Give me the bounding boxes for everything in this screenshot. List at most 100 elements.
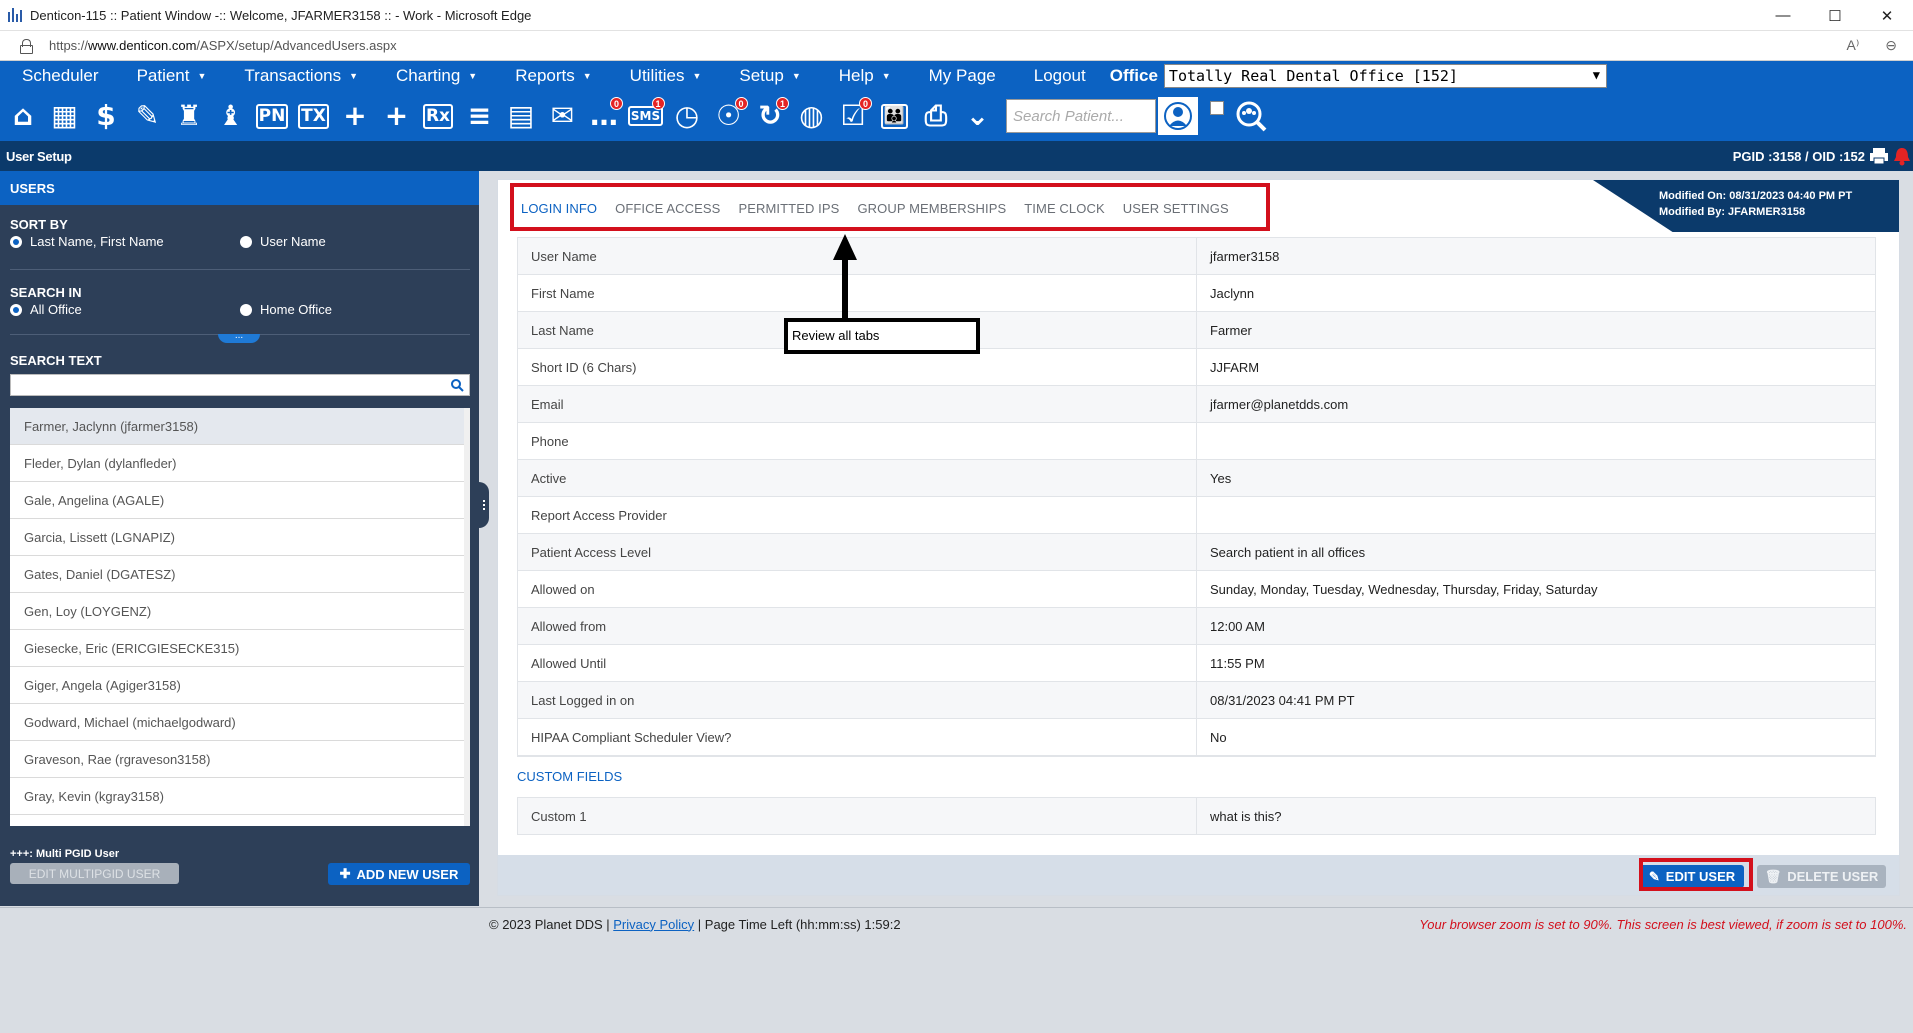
login-info-table: User Name jfarmer3158 First Name Jaclynn Las… [517, 237, 1876, 757]
search-patient-input[interactable]: Search Patient... [1006, 99, 1156, 133]
detail-row: HIPAA Compliant Scheduler View? No [518, 719, 1875, 756]
modified-by-text: Modified By: JFARMER3158 [1659, 206, 1806, 218]
edit-multipgid-user-button[interactable]: EDIT MULTIPGID USER [10, 863, 179, 884]
notification-badge: 0 [859, 97, 872, 110]
search-text-input[interactable] [10, 374, 470, 396]
user-list-item[interactable]: Gray, Kevin (kgray3158) [10, 778, 470, 815]
sms-icon[interactable]: SMS 1 [627, 97, 665, 134]
shield-down-icon[interactable]: ⌄ [961, 98, 995, 134]
field-value: No [1210, 730, 1227, 745]
custom-fields-header: CUSTOM FIELDS [517, 769, 623, 784]
menu-setup[interactable]: Setup ▼ [717, 66, 816, 86]
multi-pgid-note: +++: Multi PGID User [10, 848, 120, 860]
user-list-item[interactable]: Gale, Angelina (AGALE) [10, 482, 470, 519]
divider [10, 269, 470, 270]
field-label: Allowed from [518, 608, 1197, 644]
menu-logout[interactable]: Logout [1012, 66, 1102, 86]
menu-charting[interactable]: Charting ▼ [374, 66, 493, 86]
field-value: Yes [1210, 471, 1232, 486]
address-bar[interactable]: https://www.denticon.com/ASPX/setup/Adva… [0, 31, 1913, 61]
tooth-icon[interactable]: ♝ [214, 98, 248, 134]
user-list[interactable]: Farmer, Jaclynn (jfarmer3158) Fleder, Dyl… [10, 408, 470, 826]
add-family-icon[interactable]: + [380, 98, 414, 134]
family-icon[interactable]: 👪 [878, 98, 912, 134]
menu-scheduler[interactable]: Scheduler [0, 66, 115, 86]
dollar-icon[interactable]: $ [89, 98, 123, 134]
maximize-button[interactable]: ☐ [1809, 0, 1861, 31]
user-list-item[interactable]: Graveson, Rae (rgraveson3158) [10, 741, 470, 778]
detail-row: Report Access Provider [518, 497, 1875, 534]
rx-icon[interactable]: Rx [421, 98, 455, 134]
delete-user-button[interactable]: 🗑 DELETE USER [1757, 865, 1886, 888]
detail-row: Patient Access Level Search patient in al… [518, 534, 1875, 571]
chat-icon[interactable]: … 0 [587, 97, 623, 134]
field-label: HIPAA Compliant Scheduler View? [518, 719, 1197, 755]
family-search-icon[interactable] [1234, 98, 1268, 134]
clipboard-edit-icon[interactable]: ✎ [131, 98, 165, 134]
fax-icon[interactable]: ▤ [504, 98, 538, 134]
menu-transactions[interactable]: Transactions ▼ [222, 66, 374, 86]
home-icon[interactable]: ⌂ [6, 98, 40, 134]
user-list-item[interactable]: Gen, Loy (LOYGENZ) [10, 593, 470, 630]
alerts-icon[interactable]: ☉ 0 [712, 97, 748, 134]
notes-icon[interactable]: ≡ [463, 98, 497, 134]
toolbar-checkbox[interactable] [1210, 101, 1224, 115]
add-patient-icon[interactable]: + [338, 98, 372, 134]
user-list-item[interactable]: Giger, Angela (Agiger3158) [10, 667, 470, 704]
menu-my-page[interactable]: My Page [907, 66, 1012, 86]
pn-icon[interactable]: PN [255, 98, 289, 134]
print-icon[interactable] [1869, 147, 1889, 165]
menu-help[interactable]: Help ▼ [817, 66, 907, 86]
user-list-item[interactable]: Giesecke, Eric (ERICGIESECKE315) [10, 630, 470, 667]
add-new-user-button[interactable]: ✚ ADD NEW USER [328, 863, 470, 885]
field-value [1197, 497, 1875, 533]
menu-utilities[interactable]: Utilities ▼ [608, 66, 718, 86]
panel-splitter[interactable] [479, 482, 489, 528]
search-text-label: SEARCH TEXT [10, 353, 102, 368]
collapse-handle[interactable]: ... [218, 331, 260, 343]
modified-on-text: Modified On: 08/31/2023 04:40 PM PT [1659, 190, 1853, 202]
field-label: Last Logged in on [518, 682, 1197, 718]
privacy-policy-link[interactable]: Privacy Policy [613, 917, 694, 932]
email-icon[interactable]: ✉ [546, 98, 580, 134]
sort-username-radio[interactable]: User Name [240, 234, 326, 249]
scrollbar[interactable] [464, 408, 470, 826]
minimize-button[interactable]: — [1757, 0, 1809, 31]
recall-icon[interactable]: ↻ 1 [753, 97, 789, 134]
clock-icon[interactable]: ◷ [670, 98, 704, 134]
modified-info: Modified On: 08/31/2023 04:40 PM PT Modi… [1593, 180, 1899, 232]
user-list-item[interactable]: Garcia, Lissett (LGNAPIZ) [10, 519, 470, 556]
user-list-item[interactable]: Fleder, Dylan (dylanfleder) [10, 445, 470, 482]
users-panel: USERS SORT BY Last Name, First Name User… [0, 171, 479, 906]
zoom-icon[interactable]: ⊖ [1885, 37, 1897, 54]
user-list-item[interactable]: Farmer, Jaclynn (jfarmer3158) [10, 408, 470, 445]
read-aloud-icon[interactable]: A⁾ [1846, 37, 1859, 54]
tasks-icon[interactable]: ☑ 0 [836, 97, 872, 134]
calendar-icon[interactable]: ▦ [48, 98, 82, 134]
user-list-item[interactable]: Godward, Michael (michaelgodward) [10, 704, 470, 741]
field-value [1197, 423, 1875, 459]
sort-lastname-radio[interactable]: Last Name, First Name [10, 234, 164, 249]
bell-icon[interactable] [1893, 147, 1911, 166]
detail-row: Last Name Farmer [518, 312, 1875, 349]
user-list-item[interactable]: Gates, Daniel (DGATESZ) [10, 556, 470, 593]
plus-icon: ✚ [339, 866, 351, 881]
search-all-office-radio[interactable]: All Office [10, 302, 82, 317]
search-home-office-radio[interactable]: Home Office [240, 302, 332, 317]
web-icon[interactable]: ◍ [795, 98, 829, 134]
field-value: jfarmer3158 [1210, 249, 1280, 264]
url-text[interactable]: https://www.denticon.com/ASPX/setup/Adva… [49, 38, 397, 53]
field-value: 08/31/2023 04:41 PM PT [1210, 693, 1355, 708]
tx-icon[interactable]: TX [297, 98, 331, 134]
menu-patient[interactable]: Patient ▼ [115, 66, 223, 86]
patient-search-user-icon[interactable] [1158, 97, 1198, 135]
office-select[interactable]: Totally Real Dental Office [152] ▼ [1163, 64, 1607, 88]
tooth-chart-icon[interactable]: ♜ [172, 98, 206, 134]
lock-icon[interactable] [20, 39, 33, 54]
search-icon[interactable] [450, 378, 464, 392]
close-button[interactable]: ✕ [1861, 0, 1913, 31]
print-icon[interactable]: ⎙ [919, 98, 953, 134]
field-label: Phone [518, 423, 1197, 459]
menu-reports[interactable]: Reports ▼ [493, 66, 607, 86]
field-value: what is this? [1210, 809, 1282, 824]
